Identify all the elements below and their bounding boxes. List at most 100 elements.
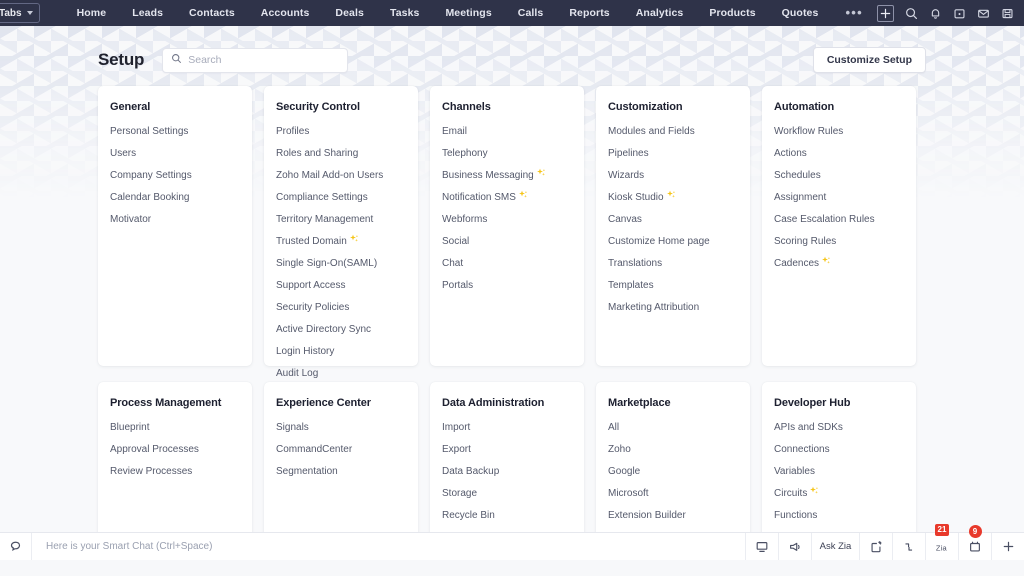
setup-link-extension-builder[interactable]: Extension Builder (608, 510, 738, 521)
nav-item-tasks[interactable]: Tasks (377, 7, 433, 19)
settings-gear-icon[interactable] (1019, 0, 1024, 26)
setup-link-calendar-booking[interactable]: Calendar Booking (110, 192, 240, 203)
setup-link-segmentation[interactable]: Segmentation (276, 466, 406, 477)
tabs-selector-button[interactable]: Tabs (0, 3, 40, 23)
search-input[interactable] (188, 54, 339, 66)
setup-link-social[interactable]: Social (442, 236, 572, 247)
setup-link-telephony[interactable]: Telephony (442, 148, 572, 159)
setup-link-label: Import (442, 422, 470, 433)
setup-link-microsoft[interactable]: Microsoft (608, 488, 738, 499)
setup-link-zoho[interactable]: Zoho (608, 444, 738, 455)
alerts-clock-icon[interactable]: 9 (958, 533, 991, 560)
nav-item-contacts[interactable]: Contacts (176, 7, 248, 19)
setup-link-modules-and-fields[interactable]: Modules and Fields (608, 126, 738, 137)
setup-link-audit-log[interactable]: Audit Log (276, 368, 406, 379)
setup-link-recycle-bin[interactable]: Recycle Bin (442, 510, 572, 521)
nav-item-analytics[interactable]: Analytics (623, 7, 697, 19)
calendar-icon[interactable] (947, 0, 971, 26)
setup-link-security-policies[interactable]: Security Policies (276, 302, 406, 313)
announcement-megaphone-icon[interactable] (778, 533, 811, 560)
setup-link-functions[interactable]: Functions (774, 510, 904, 521)
setup-link-portals[interactable]: Portals (442, 280, 572, 291)
setup-link-zoho-mail-add-on-users[interactable]: Zoho Mail Add-on Users (276, 170, 406, 181)
nav-item-home[interactable]: Home (64, 7, 120, 19)
setup-link-all[interactable]: All (608, 422, 738, 433)
setup-link-single-sign-on-saml-[interactable]: Single Sign-On(SAML) (276, 258, 406, 269)
setup-link-scoring-rules[interactable]: Scoring Rules (774, 236, 904, 247)
setup-link-profiles[interactable]: Profiles (276, 126, 406, 137)
setup-link-actions[interactable]: Actions (774, 148, 904, 159)
setup-link-webforms[interactable]: Webforms (442, 214, 572, 225)
setup-link-active-directory-sync[interactable]: Active Directory Sync (276, 324, 406, 335)
setup-link-kiosk-studio[interactable]: Kiosk Studio (608, 192, 738, 203)
nav-item-quotes[interactable]: Quotes (769, 7, 832, 19)
setup-link-circuits[interactable]: Circuits (774, 488, 904, 499)
setup-link-label: Calendar Booking (110, 192, 190, 203)
notifications-bell-icon[interactable] (923, 0, 947, 26)
setup-link-connections[interactable]: Connections (774, 444, 904, 455)
setup-link-customize-home-page[interactable]: Customize Home page (608, 236, 738, 247)
setup-link-business-messaging[interactable]: Business Messaging (442, 170, 572, 181)
notes-icon[interactable]: 21 Zia (925, 533, 958, 560)
nav-item-accounts[interactable]: Accounts (248, 7, 323, 19)
nav-item-calls[interactable]: Calls (505, 7, 557, 19)
setup-link-motivator[interactable]: Motivator (110, 214, 240, 225)
setup-link-territory-management[interactable]: Territory Management (276, 214, 406, 225)
setup-link-export[interactable]: Export (442, 444, 572, 455)
add-icon[interactable] (877, 5, 894, 22)
tabs-selector-label: Tabs (0, 8, 22, 19)
setup-link-wizards[interactable]: Wizards (608, 170, 738, 181)
setup-link-schedules[interactable]: Schedules (774, 170, 904, 181)
setup-link-chat[interactable]: Chat (442, 258, 572, 269)
search-box[interactable] (162, 48, 348, 73)
mail-icon[interactable] (971, 0, 995, 26)
setup-link-cadences[interactable]: Cadences (774, 258, 904, 269)
setup-link-approval-processes[interactable]: Approval Processes (110, 444, 240, 455)
setup-link-assignment[interactable]: Assignment (774, 192, 904, 203)
setup-link-support-access[interactable]: Support Access (276, 280, 406, 291)
setup-card-security-control: Security ControlProfilesRoles and Sharin… (264, 86, 418, 366)
setup-link-signals[interactable]: Signals (276, 422, 406, 433)
nav-item-products[interactable]: Products (696, 7, 768, 19)
setup-link-case-escalation-rules[interactable]: Case Escalation Rules (774, 214, 904, 225)
setup-link-users[interactable]: Users (110, 148, 240, 159)
search-icon[interactable] (899, 0, 923, 26)
nav-more-button[interactable]: ••• (831, 9, 877, 17)
setup-link-marketing-attribution[interactable]: Marketing Attribution (608, 302, 738, 313)
setup-link-login-history[interactable]: Login History (276, 346, 406, 357)
setup-link-translations[interactable]: Translations (608, 258, 738, 269)
setup-link-compliance-settings[interactable]: Compliance Settings (276, 192, 406, 203)
customize-setup-button[interactable]: Customize Setup (813, 47, 926, 73)
setup-link-trusted-domain[interactable]: Trusted Domain (276, 236, 406, 247)
setup-link-apis-and-sdks[interactable]: APIs and SDKs (774, 422, 904, 433)
setup-link-review-processes[interactable]: Review Processes (110, 466, 240, 477)
nav-item-meetings[interactable]: Meetings (432, 7, 504, 19)
ask-zia-button[interactable]: Ask Zia (811, 533, 859, 560)
setup-link-blueprint[interactable]: Blueprint (110, 422, 240, 433)
setup-link-pipelines[interactable]: Pipelines (608, 148, 738, 159)
setup-link-roles-and-sharing[interactable]: Roles and Sharing (276, 148, 406, 159)
setup-link-data-backup[interactable]: Data Backup (442, 466, 572, 477)
setup-link-import[interactable]: Import (442, 422, 572, 433)
save-icon[interactable] (995, 0, 1019, 26)
nav-item-leads[interactable]: Leads (119, 7, 176, 19)
setup-link-personal-settings[interactable]: Personal Settings (110, 126, 240, 137)
setup-link-company-settings[interactable]: Company Settings (110, 170, 240, 181)
compose-note-icon[interactable] (859, 533, 892, 560)
setup-link-notification-sms[interactable]: Notification SMS (442, 192, 572, 203)
setup-link-templates[interactable]: Templates (608, 280, 738, 291)
setup-link-workflow-rules[interactable]: Workflow Rules (774, 126, 904, 137)
setup-link-commandcenter[interactable]: CommandCenter (276, 444, 406, 455)
setup-link-label: Kiosk Studio (608, 192, 664, 203)
setup-link-canvas[interactable]: Canvas (608, 214, 738, 225)
setup-link-variables[interactable]: Variables (774, 466, 904, 477)
setup-link-google[interactable]: Google (608, 466, 738, 477)
tasks-checklist-icon[interactable] (892, 533, 925, 560)
setup-link-email[interactable]: Email (442, 126, 572, 137)
nav-item-reports[interactable]: Reports (556, 7, 622, 19)
setup-link-storage[interactable]: Storage (442, 488, 572, 499)
nav-item-deals[interactable]: Deals (322, 7, 377, 19)
screen-share-icon[interactable] (745, 533, 778, 560)
add-widget-icon[interactable] (991, 533, 1024, 560)
smart-chat-toggle[interactable] (0, 533, 32, 560)
